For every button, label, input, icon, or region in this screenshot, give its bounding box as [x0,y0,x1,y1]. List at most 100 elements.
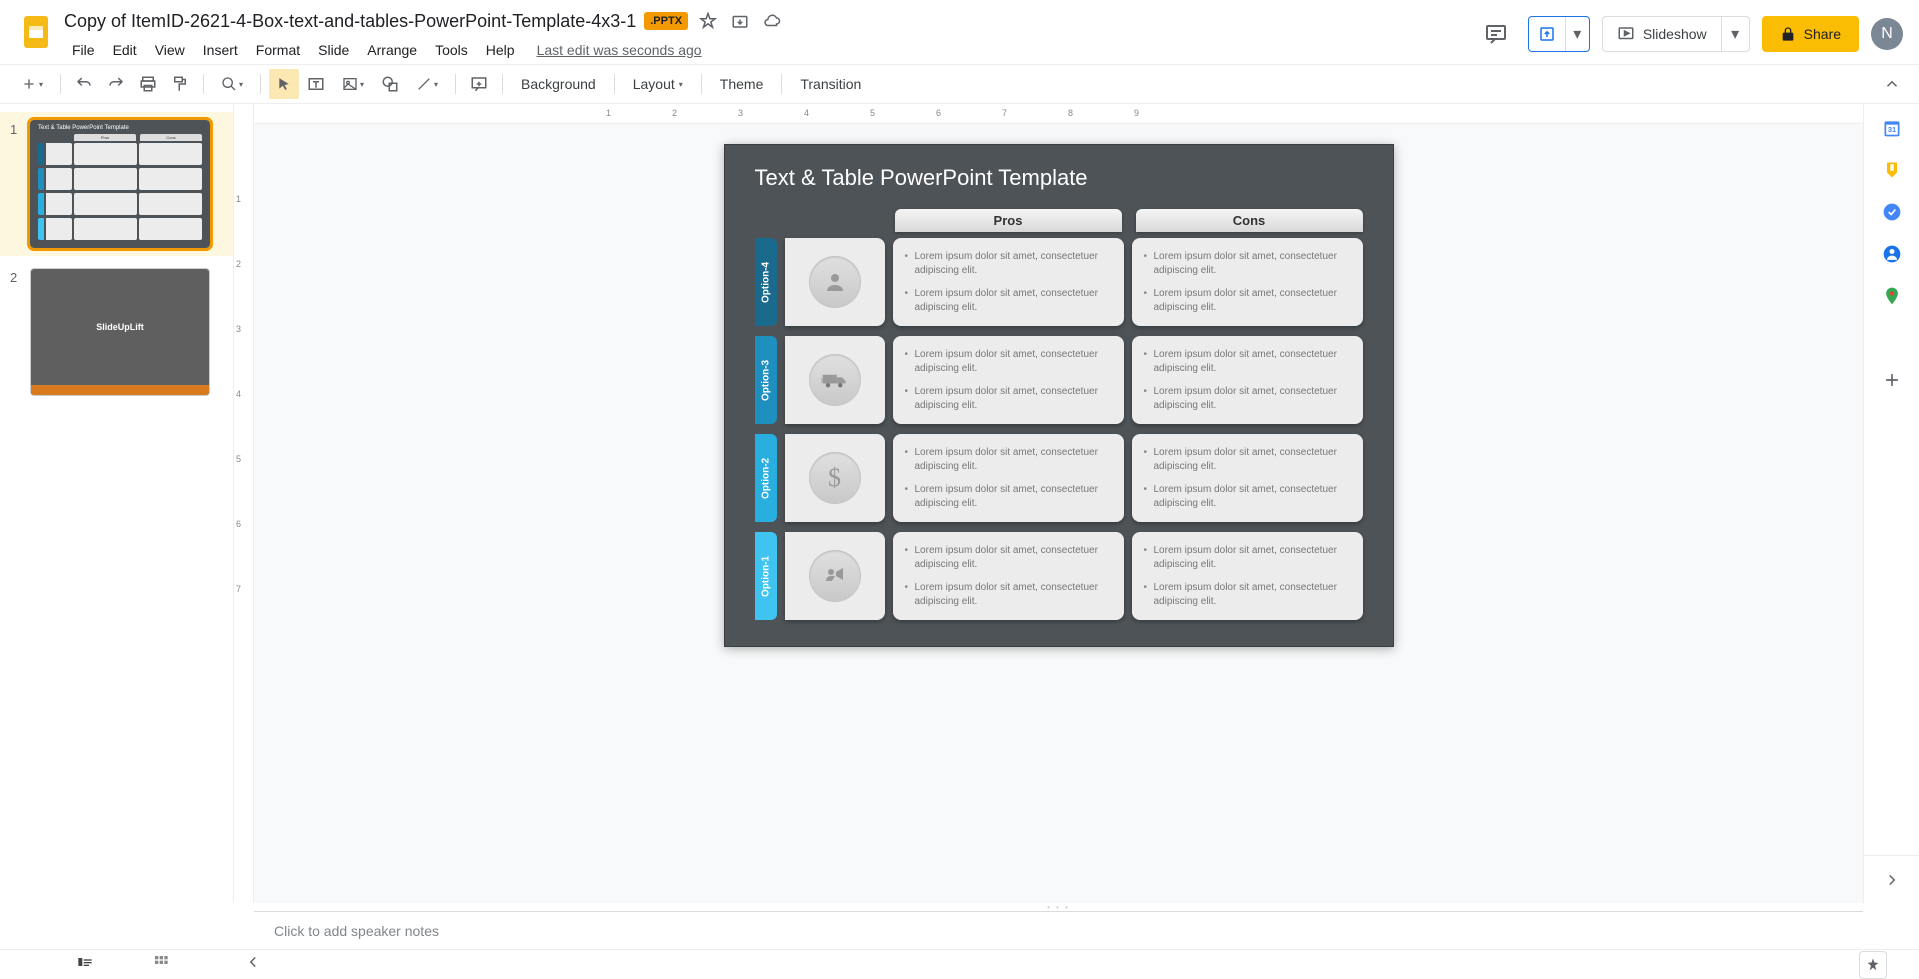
cloud-icon[interactable] [760,9,784,33]
megaphone-icon [809,550,861,602]
comment-button[interactable] [464,69,494,99]
slide-thumbnail-1[interactable]: Text & Table PowerPoint Template Pros Co… [30,120,210,248]
speaker-notes[interactable]: Click to add speaker notes [254,911,1863,949]
menu-tools[interactable]: Tools [427,38,476,62]
paint-format-button[interactable] [165,69,195,99]
keep-icon[interactable] [1882,160,1902,180]
cons-cell[interactable]: Lorem ipsum dolor sit amet, consectetuer… [1132,434,1363,522]
notes-resize-handle[interactable]: • • • [254,903,1863,911]
doc-name[interactable]: Copy of ItemID-2621-4-Box-text-and-table… [64,11,636,32]
slideshow-button[interactable]: Slideshow [1603,17,1721,51]
option-label[interactable]: Option-2 [755,434,777,522]
shape-button[interactable] [375,69,405,99]
cons-cell[interactable]: Lorem ipsum dolor sit amet, consectetuer… [1132,238,1363,326]
menu-view[interactable]: View [147,38,193,62]
svg-text:31: 31 [1887,125,1895,134]
header-pros[interactable]: Pros [895,209,1122,232]
comments-icon[interactable] [1476,14,1516,54]
share-button[interactable]: Share [1762,16,1859,52]
slide-canvas[interactable]: Text & Table PowerPoint Template Pros Co… [724,144,1394,647]
menu-format[interactable]: Format [248,38,308,62]
redo-button[interactable] [101,69,131,99]
vertical-ruler[interactable]: 1 2 3 4 5 6 7 [234,104,254,903]
collapse-filmstrip-button[interactable] [244,953,262,976]
menu-insert[interactable]: Insert [195,38,246,62]
undo-button[interactable] [69,69,99,99]
icon-box[interactable] [785,336,885,424]
separator [60,74,61,94]
title-bar: Copy of ItemID-2621-4-Box-text-and-table… [0,0,1919,64]
separator [614,74,615,94]
option-label[interactable]: Option-1 [755,532,777,620]
new-slide-button[interactable] [12,69,52,99]
menu-bar: File Edit View Insert Format Slide Arran… [64,36,1476,64]
addons-icon[interactable] [1882,370,1902,390]
header-cons[interactable]: Cons [1136,209,1363,232]
move-icon[interactable] [728,9,752,33]
icon-box[interactable] [785,238,885,326]
menu-slide[interactable]: Slide [310,38,357,62]
present-container: ▾ [1528,16,1590,52]
icon-box[interactable] [785,532,885,620]
pros-cell[interactable]: Lorem ipsum dolor sit amet, consectetuer… [893,336,1124,424]
transition-button[interactable]: Transition [790,69,871,99]
theme-button[interactable]: Theme [710,69,774,99]
present-up-button[interactable] [1529,25,1565,43]
mini-header-cons: Cons [140,134,202,141]
layout-button[interactable]: Layout [623,69,693,99]
pros-cell[interactable]: Lorem ipsum dolor sit amet, consectetuer… [893,434,1124,522]
mini-title: Text & Table PowerPoint Template [38,125,202,131]
menu-edit[interactable]: Edit [105,38,145,62]
slideshow-dropdown[interactable]: ▾ [1721,17,1749,51]
calendar-icon[interactable]: 31 [1882,118,1902,138]
separator [701,74,702,94]
filmstrip-view-icon[interactable] [77,954,93,975]
contacts-icon[interactable] [1882,244,1902,264]
truck-icon [809,354,861,406]
slide-scroll[interactable]: Text & Table PowerPoint Template Pros Co… [254,124,1863,903]
mini-slide-2-bar [31,385,209,395]
separator [502,74,503,94]
menu-arrange[interactable]: Arrange [359,38,425,62]
slide-thumbnail-2[interactable]: SlideUpLift [30,268,210,396]
menu-help[interactable]: Help [478,38,523,62]
menu-file[interactable]: File [64,38,103,62]
textbox-button[interactable] [301,69,331,99]
print-button[interactable] [133,69,163,99]
zoom-button[interactable] [212,69,252,99]
last-edit[interactable]: Last edit was seconds ago [537,42,702,58]
option-label[interactable]: Option-3 [755,336,777,424]
present-dropdown[interactable]: ▾ [1565,17,1589,51]
cons-cell[interactable]: Lorem ipsum dolor sit amet, consectetuer… [1132,532,1363,620]
mini-header-pros: Pros [74,134,136,141]
option-row-2: Option-2 $ Lorem ipsum dolor sit amet, c… [755,434,1363,522]
option-label[interactable]: Option-4 [755,238,777,326]
slide-title[interactable]: Text & Table PowerPoint Template [755,165,1363,191]
collapse-toolbar-button[interactable] [1877,69,1907,99]
option-row-3: Option-3 Lorem ipsum dolor sit amet, con… [755,336,1363,424]
cons-cell[interactable]: Lorem ipsum dolor sit amet, consectetuer… [1132,336,1363,424]
side-panel: 31 [1863,104,1919,903]
option-row-1: Option-1 Lorem ipsum dolor sit amet, con… [755,532,1363,620]
background-button[interactable]: Background [511,69,606,99]
maps-icon[interactable] [1882,286,1902,306]
icon-box[interactable]: $ [785,434,885,522]
explore-button[interactable] [1859,951,1887,979]
account-avatar[interactable]: N [1871,18,1903,50]
pros-cell[interactable]: Lorem ipsum dolor sit amet, consectetuer… [893,238,1124,326]
grid-view-icon[interactable] [153,954,169,975]
toolbar: Background Layout Theme Transition [0,64,1919,104]
image-button[interactable] [333,69,373,99]
tasks-icon[interactable] [1882,202,1902,222]
select-tool[interactable] [269,69,299,99]
side-panel-collapse[interactable] [1864,855,1919,903]
slides-logo[interactable] [16,12,56,52]
line-button[interactable] [407,69,447,99]
pros-cell[interactable]: Lorem ipsum dolor sit amet, consectetuer… [893,532,1124,620]
star-icon[interactable] [696,9,720,33]
filmstrip[interactable]: 1 Text & Table PowerPoint Template Pros … [0,104,234,903]
separator [455,74,456,94]
pptx-badge: .PPTX [644,12,688,30]
dollar-icon: $ [809,452,861,504]
horizontal-ruler[interactable]: 1 2 3 4 5 6 7 8 9 [254,104,1863,124]
